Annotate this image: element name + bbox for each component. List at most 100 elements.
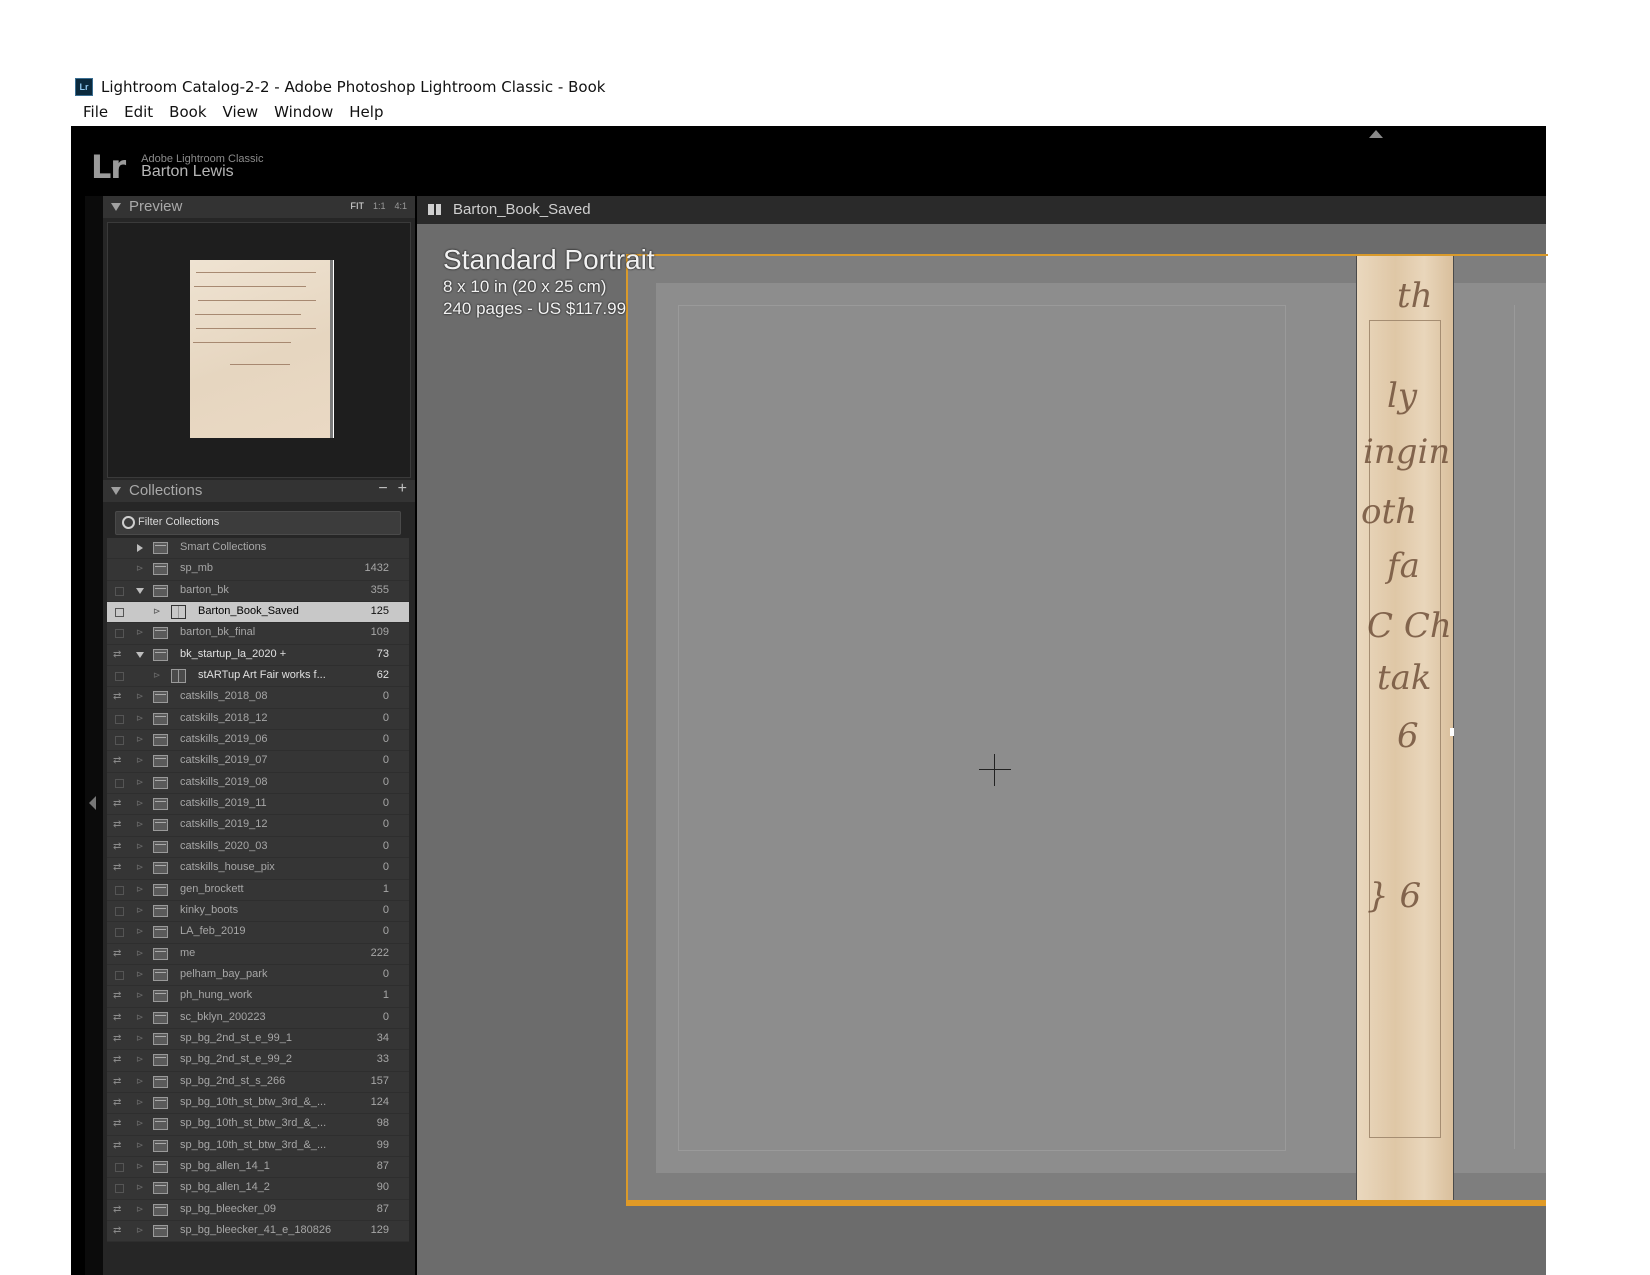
disclosure-collapsed-icon[interactable]	[137, 544, 143, 552]
target-checkbox[interactable]	[115, 586, 124, 596]
sync-icon[interactable]: ⇄	[113, 862, 121, 873]
collection-sp-mb[interactable]: ⊳ sp_mb 1432	[107, 559, 409, 581]
sync-icon[interactable]: ⇄	[113, 841, 121, 852]
collection-sp-bg-allen-14-2[interactable]: ⊳ sp_bg_allen_14_2 90	[107, 1178, 409, 1200]
sync-icon[interactable]: ⇄	[113, 1225, 121, 1236]
collection-count: 355	[370, 583, 389, 596]
menu-help[interactable]: Help	[345, 103, 387, 125]
zoom-fit-button[interactable]: FIT	[350, 201, 364, 211]
book-info-overlay: Standard Portrait 8 x 10 in (20 x 25 cm)…	[443, 244, 655, 320]
sync-icon[interactable]: ⇄	[113, 1033, 121, 1044]
target-checkbox[interactable]	[115, 672, 124, 682]
menu-edit[interactable]: Edit	[120, 103, 157, 125]
sync-icon[interactable]: ⇄	[113, 990, 121, 1001]
collection-count: 0	[382, 925, 389, 938]
sync-icon[interactable]: ⇄	[113, 1054, 121, 1065]
disclosure-expanded-icon[interactable]	[136, 587, 144, 594]
target-checkbox[interactable]	[115, 1162, 124, 1172]
collection-me[interactable]: ⇄ ⊳ me 222	[107, 943, 409, 965]
disclosure-expanded-icon[interactable]	[136, 651, 144, 658]
target-checkbox[interactable]	[115, 736, 124, 746]
collection-icon	[153, 1075, 168, 1088]
workspace-header: Barton_Book_Saved	[417, 196, 1546, 224]
collection-catskills-2019-08[interactable]: ⊳ catskills_2019_08 0	[107, 772, 409, 795]
collection-gen-brockett[interactable]: ⊳ gen_brockett 1	[107, 879, 409, 901]
sync-icon[interactable]: ⇄	[113, 1140, 121, 1151]
target-checkbox[interactable]	[115, 906, 124, 916]
add-collection-button[interactable]: +	[398, 480, 407, 498]
collection-barton-book-saved[interactable]: ⊳ Barton_Book_Saved 125	[107, 602, 409, 624]
lightroom-app-icon: Lr	[75, 78, 93, 96]
collection-la-feb-2019[interactable]: ⊳ LA_feb_2019 0	[107, 922, 409, 944]
sync-icon[interactable]: ⇄	[113, 755, 121, 766]
collection-catskills-2019-11[interactable]: ⇄ ⊳ catskills_2019_11 0	[107, 794, 409, 816]
collection-catskills-2018-12[interactable]: ⊳ catskills_2018_12 0	[107, 708, 409, 731]
collection-sp-bg-bleecker-41-e[interactable]: ⇄ ⊳ sp_bg_bleecker_41_e_180826 129	[107, 1221, 409, 1243]
search-icon	[122, 516, 135, 529]
collection-set-barton-bk[interactable]: barton_bk 355	[107, 580, 409, 603]
sync-icon[interactable]: ⇄	[113, 1204, 121, 1215]
sync-icon[interactable]: ⇄	[113, 1012, 121, 1023]
collection-sp-bg-2nd-st-e-99-1[interactable]: ⇄ ⊳ sp_bg_2nd_st_e_99_1 34	[107, 1028, 409, 1051]
menu-file[interactable]: File	[79, 103, 112, 125]
collection-count: 0	[382, 733, 389, 746]
collection-set-bk-startup-la-2020[interactable]: ⇄ bk_startup_la_2020 + 73	[107, 644, 409, 667]
collection-catskills-2019-12[interactable]: ⇄ ⊳ catskills_2019_12 0	[107, 815, 409, 837]
collection-catskills-2019-07[interactable]: ⇄ ⊳ catskills_2019_07 0	[107, 751, 409, 773]
target-checkbox[interactable]	[115, 885, 124, 895]
filter-collections-input[interactable]: Filter Collections	[115, 511, 401, 535]
collection-sp-bg-2nd-st-e-99-2[interactable]: ⇄ ⊳ sp_bg_2nd_st_e_99_2 33	[107, 1050, 409, 1072]
remove-collection-button[interactable]: −	[378, 480, 387, 498]
sync-icon[interactable]: ⇄	[113, 798, 121, 809]
collection-sp-bg-allen-14-1[interactable]: ⊳ sp_bg_allen_14_1 87	[107, 1156, 409, 1179]
sync-icon[interactable]: ⇄	[113, 1097, 121, 1108]
zoom-4-1-button[interactable]: 4:1	[394, 201, 407, 211]
collection-set-smart-collections[interactable]: Smart Collections	[107, 538, 409, 560]
collection-sp-bg-bleecker-09[interactable]: ⇄ ⊳ sp_bg_bleecker_09 87	[107, 1199, 409, 1221]
collections-panel-header[interactable]: Collections − +	[103, 480, 415, 502]
sync-icon[interactable]: ⇄	[113, 819, 121, 830]
sync-icon[interactable]: ⇄	[113, 1118, 121, 1129]
sync-icon[interactable]: ⇄	[113, 649, 121, 660]
target-checkbox[interactable]	[115, 608, 124, 618]
collection-label: catskills_2019_06	[180, 733, 268, 746]
collection-count: 87	[376, 1202, 389, 1215]
identity-plate[interactable]: Lr Adobe Lightroom Classic Barton Lewis	[91, 148, 263, 186]
collection-catskills-2019-06[interactable]: ⊳ catskills_2019_06 0	[107, 730, 409, 752]
collection-barton-bk-final[interactable]: ⊳ barton_bk_final 109	[107, 623, 409, 645]
preview-navigator[interactable]	[107, 222, 411, 478]
target-checkbox[interactable]	[115, 629, 124, 639]
collection-pelham-bay-park[interactable]: ⊳ pelham_bay_park 0	[107, 964, 409, 987]
collection-ph-hung-work[interactable]: ⇄ ⊳ ph_hung_work 1	[107, 986, 409, 1008]
left-panel-edge	[85, 196, 110, 1275]
collection-sp-bg-10th-st-2[interactable]: ⇄ ⊳ sp_bg_10th_st_btw_3rd_&_... 98	[107, 1114, 409, 1136]
collection-sp-bg-2nd-st-s-266[interactable]: ⇄ ⊳ sp_bg_2nd_st_s_266 157	[107, 1071, 409, 1093]
collection-catskills-2018-08[interactable]: ⇄ ⊳ catskills_2018_08 0	[107, 687, 409, 709]
collection-startup-art-fair[interactable]: ⊳ stARTup Art Fair works f... 62	[107, 666, 409, 688]
menu-view[interactable]: View	[219, 103, 263, 125]
menu-window[interactable]: Window	[270, 103, 337, 125]
collection-count: 0	[382, 903, 389, 916]
target-checkbox[interactable]	[115, 714, 124, 724]
top-panel-toggle-icon[interactable]	[1369, 130, 1383, 138]
target-checkbox[interactable]	[115, 928, 124, 938]
menu-book[interactable]: Book	[165, 103, 210, 125]
collection-sp-bg-10th-st-3[interactable]: ⇄ ⊳ sp_bg_10th_st_btw_3rd_&_... 99	[107, 1135, 409, 1157]
collection-label: catskills_2019_11	[180, 797, 267, 810]
preview-panel-header[interactable]: Preview FIT 1:1 4:1	[103, 196, 415, 218]
collection-kinky-boots[interactable]: ⊳ kinky_boots 0	[107, 900, 409, 923]
sync-icon[interactable]: ⇄	[113, 1076, 121, 1087]
collection-sc-bklyn-200223[interactable]: ⇄ ⊳ sc_bklyn_200223 0	[107, 1007, 409, 1029]
collapse-left-panel-icon[interactable]	[89, 796, 96, 810]
sync-icon[interactable]: ⇄	[113, 948, 121, 959]
collection-catskills-2020-03[interactable]: ⇄ ⊳ catskills_2020_03 0	[107, 836, 409, 859]
collection-sp-bg-10th-st-1[interactable]: ⇄ ⊳ sp_bg_10th_st_btw_3rd_&_... 124	[107, 1092, 409, 1115]
zoom-1-1-button[interactable]: 1:1	[373, 201, 386, 211]
collection-icon	[153, 734, 168, 747]
collection-catskills-house-pix[interactable]: ⇄ ⊳ catskills_house_pix 0	[107, 858, 409, 880]
collection-icon	[153, 904, 168, 917]
target-checkbox[interactable]	[115, 970, 124, 980]
target-checkbox[interactable]	[115, 1184, 124, 1194]
target-checkbox[interactable]	[115, 778, 124, 788]
sync-icon[interactable]: ⇄	[113, 691, 121, 702]
